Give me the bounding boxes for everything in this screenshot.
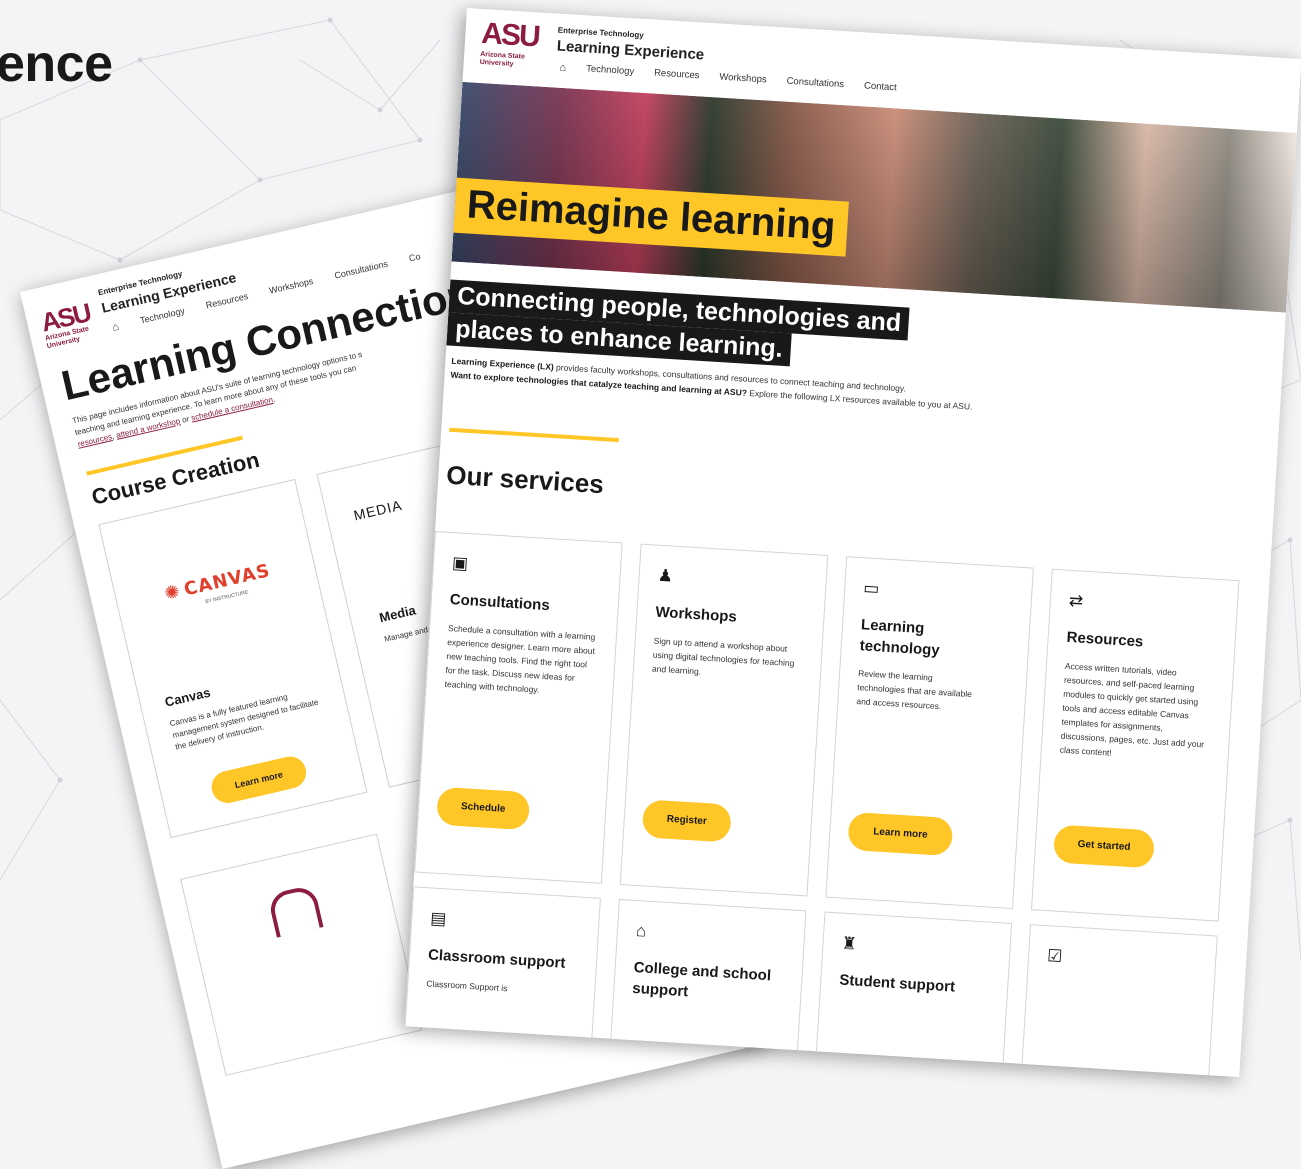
nav-workshops[interactable]: Workshops — [268, 276, 314, 298]
service-description: Schedule a consultation with a learning … — [444, 623, 596, 695]
learn-more-button[interactable]: Learn more — [208, 753, 310, 807]
register-button[interactable]: Register — [641, 799, 732, 843]
nav-consultations[interactable]: Consultations — [786, 76, 844, 91]
nav-technology[interactable]: Technology — [586, 63, 635, 78]
schedule-button[interactable]: Schedule — [436, 786, 531, 831]
canvas-card: ✺CANVAS BY INSTRUCTURE Canvas Canvas is … — [98, 478, 368, 839]
section-divider — [449, 427, 620, 443]
service-description: Sign up to attend a workshop about using… — [651, 635, 795, 677]
service-title: Classroom support — [427, 946, 566, 972]
service-title: Resources — [1066, 628, 1144, 651]
nav-consultations[interactable]: Consultations — [333, 259, 389, 283]
nav-technology[interactable]: Technology — [139, 306, 186, 328]
address-book-icon: ▣ — [451, 553, 469, 574]
service-title: Workshops — [654, 603, 738, 626]
service-title: Student support — [838, 971, 956, 996]
canvas-star-icon: ✺ — [162, 580, 183, 605]
card-title: Canvas — [163, 684, 212, 710]
service-card-student-support: ♜ Student support — [815, 911, 1013, 1075]
service-title: Learning technology — [859, 616, 941, 660]
chalkboard-teacher-icon: ♟ — [657, 565, 674, 586]
card-title: Media — [377, 602, 418, 626]
service-description: Classroom Support is — [426, 978, 508, 994]
asu-logo[interactable]: ASU — [480, 17, 539, 54]
service-title — [1046, 982, 1206, 992]
service-card-college-support: ⌂ College and school support — [609, 898, 807, 1063]
main-nav: ⌂ Technology Resources Workshops Consult… — [559, 62, 897, 95]
service-card-classroom-support: ▤ Classroom support Classroom Support is — [404, 886, 601, 1050]
asu-logo-subtext: Arizona State University — [479, 50, 526, 68]
chalkboard-icon: ▤ — [429, 908, 447, 929]
nav-workshops[interactable]: Workshops — [719, 72, 767, 87]
services-title: Our services — [445, 459, 605, 500]
university-icon: ⌂ — [635, 921, 647, 941]
service-card-resources: ⇄ Resources Access written tutorials, vi… — [1030, 568, 1240, 922]
nav-resources[interactable]: Resources — [205, 291, 250, 312]
home-icon[interactable]: ⌂ — [111, 321, 120, 334]
header-site-name[interactable]: Learning Experience — [556, 38, 704, 64]
nav-contact[interactable]: Co — [408, 251, 422, 265]
service-title: Consultations — [449, 591, 551, 615]
check-square-icon: ☑ — [1046, 946, 1064, 967]
service-description: Review the learning technologies that ar… — [856, 668, 973, 712]
desktop-icon: ▭ — [862, 578, 880, 599]
tool-card — [180, 833, 423, 1076]
slide-title: ence — [0, 35, 113, 93]
learn-more-button[interactable]: Learn more — [847, 811, 954, 857]
service-card-learning-technology: ▭ Learning technology Review the learnin… — [825, 556, 1034, 910]
service-description: Access written tutorials, video resource… — [1059, 660, 1205, 758]
media-logo: MEDIA — [352, 496, 404, 524]
nav-resources[interactable]: Resources — [654, 68, 700, 83]
nav-contact[interactable]: Contact — [864, 80, 897, 94]
service-card-workshops: ♟ Workshops Sign up to attend a workshop… — [619, 543, 829, 897]
shield-logo-icon — [266, 884, 324, 938]
get-started-button[interactable]: Get started — [1052, 824, 1156, 869]
service-card-consultations: ▣ Consultations Schedule a consultation … — [414, 531, 623, 884]
service-card-checklist: ☑ — [1020, 924, 1218, 1078]
learning-experience-home-page: ASU Arizona State University Enterprise T… — [404, 8, 1301, 1078]
home-icon[interactable]: ⌂ — [559, 62, 566, 74]
people-arrows-icon: ⇄ — [1068, 590, 1084, 611]
service-title: College and school support — [631, 958, 772, 1001]
graduation-cap-icon: ♜ — [841, 933, 858, 954]
